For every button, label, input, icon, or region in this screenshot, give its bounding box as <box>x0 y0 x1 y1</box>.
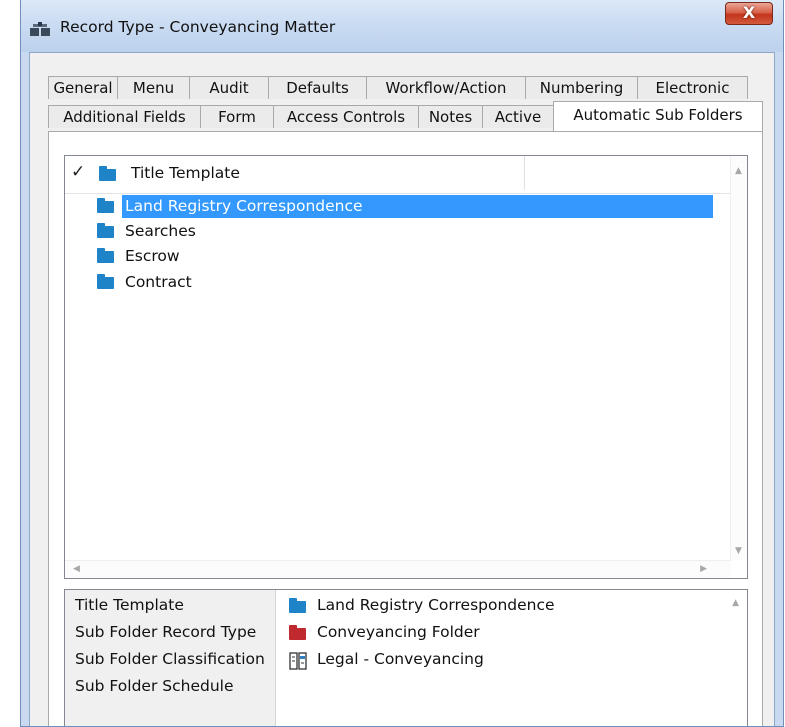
classification-icon <box>289 652 307 670</box>
scroll-left-icon[interactable]: ◀ <box>73 564 80 574</box>
scroll-up-icon[interactable]: ▲ <box>735 166 742 176</box>
scroll-down-icon[interactable]: ▼ <box>735 546 742 556</box>
tab-numbering[interactable]: Numbering <box>525 76 638 99</box>
tree-header-label: Title Template <box>131 164 240 182</box>
tab-workflow-action[interactable]: Workflow/Action <box>366 76 526 99</box>
tab-notes[interactable]: Notes <box>418 105 483 128</box>
title-bar[interactable]: Record Type - Conveyancing Matter X <box>21 0 783 52</box>
details-panel: Title Template Sub Folder Record Type Su… <box>64 589 748 726</box>
tree-item-label: Land Registry Correspondence <box>125 197 363 215</box>
column-divider[interactable] <box>524 156 525 190</box>
sub-folder-schedule-label: Sub Folder Schedule <box>75 677 234 695</box>
blue-folder-icon <box>289 598 306 613</box>
tab-general[interactable]: General <box>48 76 118 99</box>
tree-item-label: Escrow <box>125 247 180 265</box>
tab-electronic[interactable]: Electronic <box>637 76 748 99</box>
sub-folder-tree[interactable]: ✓ Title Template Land Registry Correspon… <box>64 155 748 579</box>
check-icon[interactable]: ✓ <box>71 162 85 182</box>
tab-automatic-sub-folders[interactable]: Automatic Sub Folders <box>553 101 763 131</box>
tab-additional-fields[interactable]: Additional Fields <box>48 105 201 128</box>
automatic-sub-folders-panel: ✓ Title Template Land Registry Correspon… <box>48 131 763 726</box>
folder-icon <box>97 223 114 238</box>
dialog-body: General Menu Audit Defaults Workflow/Act… <box>29 52 775 726</box>
title-template-label: Title Template <box>75 596 184 614</box>
scroll-up-icon[interactable]: ▲ <box>732 598 739 608</box>
sub-folder-record-type-value-text: Conveyancing Folder <box>317 623 480 641</box>
details-labels-column: Title Template Sub Folder Record Type Su… <box>65 590 276 726</box>
red-folder-icon <box>289 625 306 640</box>
record-type-icon <box>30 22 50 36</box>
tab-audit[interactable]: Audit <box>189 76 269 99</box>
tab-access-controls[interactable]: Access Controls <box>273 105 419 128</box>
tab-active[interactable]: Active <box>482 105 554 128</box>
record-type-dialog: Record Type - Conveyancing Matter X Gene… <box>20 0 784 727</box>
close-button[interactable]: X <box>725 2 773 25</box>
horizontal-scrollbar[interactable]: ◀ ▶ <box>65 560 731 578</box>
sub-folder-record-type-label: Sub Folder Record Type <box>75 623 257 641</box>
tab-menu[interactable]: Menu <box>117 76 190 99</box>
folder-icon <box>97 274 114 289</box>
window-title: Record Type - Conveyancing Matter <box>60 18 336 36</box>
tree-header[interactable]: ✓ Title Template <box>65 156 731 194</box>
tab-form[interactable]: Form <box>200 105 274 128</box>
folder-icon <box>97 198 114 213</box>
sub-folder-classification-value-text: Legal - Conveyancing <box>317 650 484 668</box>
tab-defaults[interactable]: Defaults <box>268 76 367 99</box>
vertical-scrollbar[interactable]: ▲ ▼ <box>730 156 747 560</box>
folder-icon <box>97 248 114 263</box>
sub-folder-classification-label: Sub Folder Classification <box>75 650 265 668</box>
scroll-right-icon[interactable]: ▶ <box>700 564 707 574</box>
tree-item-label: Contract <box>125 273 192 291</box>
folder-icon <box>99 166 116 181</box>
tree-item-label: Searches <box>125 222 196 240</box>
title-template-value-text: Land Registry Correspondence <box>317 596 555 614</box>
